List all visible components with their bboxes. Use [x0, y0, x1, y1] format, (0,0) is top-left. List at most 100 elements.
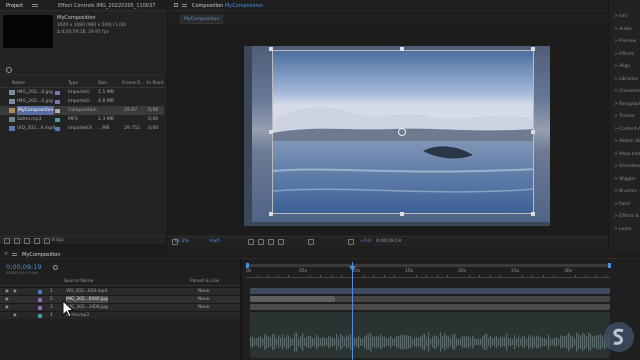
tab-timeline[interactable]: MyComposition [22, 251, 61, 259]
anchor-point-icon[interactable] [398, 128, 406, 136]
resolution-select[interactable]: Half [210, 239, 219, 245]
col-size[interactable]: Size [98, 81, 107, 86]
right-panel-item[interactable]: > Paint [614, 202, 630, 207]
right-panel-item[interactable]: > Character [614, 89, 640, 94]
waveform-sample [462, 336, 464, 348]
time-ruler[interactable]: 0s 05s 10s 15s 20s 25s 30s [246, 268, 610, 278]
right-panel-item[interactable]: > Motion Sketch [614, 139, 640, 144]
label-color[interactable] [38, 314, 42, 318]
s-logo-icon [613, 328, 624, 345]
viewer-timecode[interactable]: 0;00;09;19 [376, 239, 401, 245]
new-folder-icon[interactable] [14, 238, 20, 244]
list-item[interactable]: Salmi.mp3 MP3 1.3 MB 0;00 [0, 115, 164, 124]
right-panel-item[interactable]: > Wiggler [614, 177, 636, 182]
right-panel-item[interactable]: > Content-Aware Fill [614, 127, 640, 132]
right-panel-item[interactable]: > Info [614, 14, 627, 19]
right-panel-item[interactable]: > Learn [614, 227, 631, 232]
timeline-search-icon[interactable] [53, 265, 58, 270]
grid-icon[interactable] [278, 239, 284, 245]
trash-icon[interactable] [44, 238, 50, 244]
label-color[interactable] [38, 306, 42, 310]
tab-project[interactable]: Project [6, 2, 23, 10]
label-color[interactable] [55, 127, 60, 131]
transform-handle[interactable] [531, 47, 535, 51]
transform-handle[interactable] [400, 47, 404, 51]
label-color[interactable] [38, 298, 42, 302]
layer-row[interactable]: ◉ 4 Salmi.mp3 [0, 311, 240, 319]
right-panel-item[interactable]: > Smoother [614, 164, 640, 169]
layer-row[interactable]: ◉ 3 IMG_202...3408.jpg None [0, 303, 240, 311]
right-panel-item[interactable]: > Libraries [614, 77, 638, 82]
col-name[interactable]: Name [12, 81, 25, 86]
right-panel-item[interactable]: > Preview [614, 39, 636, 44]
transform-handle[interactable] [269, 130, 273, 134]
transform-handle[interactable] [531, 212, 535, 216]
label-color[interactable] [55, 91, 60, 95]
waveform-sample [398, 335, 400, 349]
timeline-timecode[interactable]: 0;00;09;19 [6, 264, 42, 271]
right-panel-item[interactable]: > Align [614, 64, 630, 69]
waveform-sample [566, 335, 568, 349]
interpret-footage-icon[interactable] [4, 238, 10, 244]
list-item[interactable]: IMG_202...0.jpg ImporteG 1.5 MB [0, 88, 164, 97]
zoom-select[interactable]: 33.3% [174, 239, 189, 245]
new-composition-icon[interactable] [24, 238, 30, 244]
right-panel-item[interactable]: > Tracker [614, 114, 635, 119]
transform-handle[interactable] [269, 212, 273, 216]
col-frame-rate[interactable]: Frame R... [122, 81, 144, 86]
mask-visibility-icon[interactable] [268, 239, 274, 245]
menu-icon[interactable] [32, 4, 38, 5]
right-panel-item[interactable]: > Audio [614, 27, 632, 32]
track-bar-image[interactable] [250, 296, 335, 302]
track-bar-image-trail[interactable] [335, 296, 610, 302]
col-in-point[interactable]: In Point [147, 81, 163, 86]
transform-handle[interactable] [531, 130, 535, 134]
menu-icon[interactable] [12, 253, 17, 254]
camera-snapshot-icon[interactable] [348, 239, 354, 245]
col-type[interactable]: Type [68, 81, 78, 86]
timeline-divider[interactable] [240, 259, 242, 360]
tab-composition[interactable]: Composition MyComposition [192, 2, 263, 10]
search-bar[interactable] [4, 64, 162, 75]
transform-handle[interactable] [269, 47, 273, 51]
right-panel-item[interactable]: > Brushes [614, 189, 637, 194]
column-header: Name Type Size Frame R... In Point [0, 80, 166, 88]
waveform-sample [364, 336, 366, 348]
right-panel-item[interactable]: > Effects [614, 52, 634, 57]
close-icon[interactable]: × [4, 252, 9, 257]
transform-handle[interactable] [400, 212, 404, 216]
label-color[interactable] [38, 290, 42, 294]
col-source-name[interactable]: Source Name [64, 279, 93, 284]
right-panel-item[interactable]: > Paragraph [614, 102, 640, 107]
right-panel-item[interactable]: > Mask Interpolation [614, 152, 640, 157]
playhead[interactable] [352, 262, 353, 360]
breadcrumb[interactable]: MyComposition [180, 15, 224, 24]
tab-effect-controls[interactable]: Effect Controls IMG_20220205_110037 [58, 2, 155, 10]
col-parent-link[interactable]: Parent & Link [190, 279, 219, 284]
lock-icon[interactable] [174, 3, 178, 7]
waveform-sample [440, 332, 442, 352]
waveform-sample [552, 338, 554, 346]
label-color[interactable] [55, 118, 60, 122]
viewer-canvas[interactable] [168, 24, 608, 234]
layer-row[interactable]: ◉ ◉ 1 VID_202...624.mp4 None [0, 287, 240, 295]
region-of-interest-icon[interactable] [248, 239, 254, 245]
waveform-sample [490, 335, 492, 349]
list-item[interactable]: IMG_202...0.jpg ImporteG 4.8 MB [0, 97, 164, 106]
list-item-selected[interactable]: MyComposition Composition 29.97 0;00 [0, 106, 164, 115]
right-panel-item[interactable]: > Effects & Presets [614, 214, 640, 219]
track-bar-video[interactable] [250, 288, 610, 294]
list-item[interactable]: VID_202...4.mp4 ImporteEX ...MB 29.752 0… [0, 124, 164, 133]
exposure-value[interactable]: +0.0 [360, 239, 371, 245]
track-bar-image[interactable] [250, 304, 610, 310]
layer-row[interactable]: ◉ 2 IMG_202...0440.jpg None [0, 295, 240, 304]
transparency-grid-icon[interactable] [258, 239, 264, 245]
audio-icon[interactable]: ◉ [13, 312, 17, 320]
bpc-label[interactable]: 8 bpc [52, 238, 64, 243]
menu-icon[interactable] [182, 4, 187, 5]
settings-icon[interactable] [34, 238, 40, 244]
label-color[interactable] [55, 109, 60, 113]
color-channel-icon[interactable] [308, 239, 314, 245]
work-area-bar[interactable] [246, 264, 610, 267]
label-color[interactable] [55, 100, 60, 104]
